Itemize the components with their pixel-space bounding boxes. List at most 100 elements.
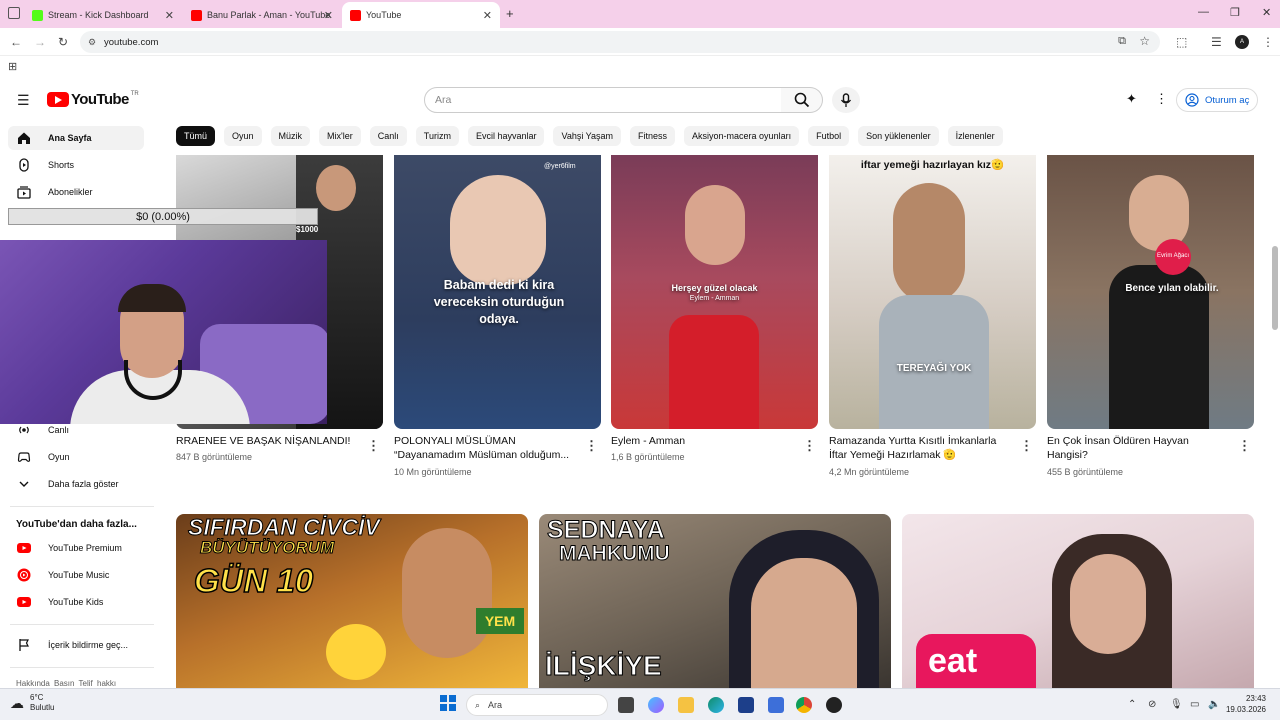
video-thumbnail[interactable]: SEDNAYA MAHKUMU İLİŞKİYE [539, 514, 891, 688]
sidebar-item-show-more[interactable]: Daha fazla göster [8, 472, 144, 496]
search-input[interactable]: Ara [424, 87, 782, 113]
store-icon[interactable] [738, 697, 754, 713]
reload-icon[interactable]: ↻ [58, 35, 68, 49]
sidebar-item-label: İçerik bildirme geç... [48, 640, 129, 650]
video-thumbnail[interactable]: SIFIRDAN CİVCİV BÜYÜTÜYORUM GÜN 10 YEM [176, 514, 528, 688]
chip-wildlife[interactable]: Vahşi Yaşam [553, 126, 622, 146]
video-title[interactable]: RRAENEE VE BAŞAK NİŞANLANDI! [176, 434, 356, 448]
video-title[interactable]: En Çok İnsan Öldüren Hayvan Hangisi? [1047, 434, 1227, 462]
tab-kick-dashboard[interactable]: Stream - Kick Dashboard ✕ [24, 2, 182, 28]
scrollbar-thumb[interactable] [1272, 246, 1278, 330]
chip-all[interactable]: Tümü [176, 126, 216, 146]
chip-live[interactable]: Canlı [369, 126, 407, 146]
network-off-icon[interactable]: ⊘ [1148, 699, 1156, 710]
chip-pets[interactable]: Evcil hayvanlar [467, 126, 545, 146]
extensions-icon[interactable]: ⬚ [1176, 35, 1187, 49]
address-bar[interactable]: ⚙ youtube.com ⧉ ☆ [80, 31, 1160, 53]
apps-grid-icon[interactable]: ⊞ [8, 60, 17, 73]
sidebar-item-shorts[interactable]: Shorts [8, 153, 144, 177]
microphone-icon[interactable]: 🎙 [1170, 699, 1183, 710]
chip-music[interactable]: Müzik [270, 126, 311, 146]
thumbnail-face [1070, 554, 1146, 654]
video-options-kebab-icon[interactable]: ⋮ [803, 438, 816, 454]
sidebar-item-home[interactable]: Ana Sayfa [8, 126, 144, 150]
chip-football[interactable]: Futbol [808, 126, 850, 146]
video-options-kebab-icon[interactable]: ⋮ [367, 438, 380, 454]
hamburger-menu-icon[interactable]: ☰ [17, 92, 30, 109]
chip-mixes[interactable]: Mix'ler [319, 126, 361, 146]
reading-list-icon[interactable]: ☰ [1211, 35, 1222, 49]
chip-action-adventure[interactable]: Aksiyon-macera oyunları [684, 126, 800, 146]
window-close-icon[interactable]: ✕ [1262, 6, 1271, 19]
windows-taskbar: ☁ 6°C Bulutlu ⌕ Ara ⌃ ⊘ 🎙 ▭ 🔈 23:43 19.0… [0, 688, 1280, 720]
thumbnail-caption: Herşey güzel olacak [671, 283, 758, 293]
video-options-kebab-icon[interactable]: ⋮ [1020, 438, 1033, 454]
chip-watched[interactable]: İzlenenler [947, 126, 1003, 146]
tab-search-icon[interactable] [8, 7, 20, 19]
youtube-logo[interactable]: YouTube TR [47, 91, 139, 108]
file-explorer-icon[interactable] [678, 697, 694, 713]
chrome-icon[interactable] [796, 697, 812, 713]
video-title[interactable]: POLONYALI MÜSLÜMAN “Dayanamadım Müslüman… [394, 434, 576, 462]
back-arrow-icon[interactable]: ← [10, 35, 22, 49]
video-options-kebab-icon[interactable]: ⋮ [585, 438, 598, 454]
obs-icon[interactable] [826, 697, 842, 713]
yem-sign: YEM [476, 608, 524, 634]
video-thumbnail[interactable]: iftar yemeği hazırlayan kız🫡 TEREYAĞI YO… [829, 155, 1036, 429]
volume-icon[interactable]: 🔈 [1208, 699, 1220, 710]
forward-arrow-icon[interactable]: → [34, 35, 46, 49]
wifi-icon[interactable]: ▭ [1190, 699, 1199, 710]
sidebar-item-gaming[interactable]: Oyun [8, 445, 144, 469]
task-view-icon[interactable] [618, 697, 634, 713]
footer-links[interactable]: Hakkında Basın Telif hakkı [16, 679, 116, 688]
close-icon[interactable]: ✕ [324, 9, 333, 22]
chip-tourism[interactable]: Turizm [415, 126, 459, 146]
tab-youtube[interactable]: YouTube ✕ [342, 2, 500, 28]
video-thumbnail[interactable]: eat [902, 514, 1254, 688]
copilot-icon[interactable] [648, 697, 664, 713]
settings-kebab-icon[interactable]: ⋮ [1155, 91, 1168, 107]
close-icon[interactable]: ✕ [483, 9, 492, 22]
sidebar-item-youtube-kids[interactable]: YouTube Kids [8, 590, 144, 614]
install-app-icon[interactable]: ⧉ [1118, 35, 1126, 48]
sidebar-item-youtube-music[interactable]: YouTube Music [8, 563, 144, 587]
close-icon[interactable]: ✕ [165, 9, 174, 22]
tab-banu-parlak[interactable]: Banu Parlak - Aman - YouTube ✕ [183, 2, 341, 28]
mail-icon[interactable] [768, 697, 784, 713]
browser-menu-icon[interactable]: ⋮ [1262, 35, 1274, 49]
video-title[interactable]: Ramazanda Yurtta Kısıtlı İmkanlarla İfta… [829, 434, 1009, 462]
search-button[interactable] [781, 87, 823, 113]
video-thumbnail[interactable]: Herşey güzel olacak Eylem - Amman [611, 155, 818, 429]
video-thumbnail[interactable]: Evrim Ağacı Bence yılan olabilir. [1047, 155, 1254, 429]
chip-recent[interactable]: Son yüklenenler [858, 126, 939, 146]
tray-chevron-up-icon[interactable]: ⌃ [1128, 699, 1136, 710]
site-info-icon[interactable]: ⚙ [88, 37, 96, 48]
video-thumbnail[interactable]: @yer6film Babam dedi ki kira vereceksin … [394, 155, 601, 429]
chip-fitness[interactable]: Fitness [630, 126, 676, 146]
weather-widget[interactable]: ☁ 6°C Bulutlu [10, 693, 54, 713]
video-options-kebab-icon[interactable]: ⋮ [1238, 438, 1251, 454]
sign-in-button[interactable]: Oturum aç [1176, 88, 1258, 112]
page-scrollbar[interactable] [1270, 120, 1280, 688]
thumbnail-face [450, 175, 546, 285]
thumbnail-dress [669, 315, 759, 429]
taskbar-clock[interactable]: 23:43 19.03.2026 [1226, 693, 1266, 715]
sidebar-item-subscriptions[interactable]: Abonelikler [8, 180, 144, 204]
windows-start-icon[interactable] [440, 695, 456, 711]
youtube-premium-icon [16, 540, 32, 556]
sidebar-item-youtube-premium[interactable]: YouTube Premium [8, 536, 144, 560]
thumbnail-headline: BÜYÜTÜYORUM [200, 538, 335, 558]
restore-icon[interactable]: ❐ [1230, 6, 1240, 19]
edge-icon[interactable] [708, 697, 724, 713]
account-circle-icon [1185, 93, 1199, 107]
video-title[interactable]: Eylem - Amman [611, 434, 791, 448]
minimize-icon[interactable]: — [1198, 6, 1209, 18]
sidebar-item-report-history[interactable]: İçerik bildirme geç... [8, 633, 144, 657]
chip-gaming[interactable]: Oyun [224, 126, 262, 146]
voice-search-button[interactable] [832, 87, 860, 113]
bookmark-star-icon[interactable]: ☆ [1139, 34, 1150, 48]
new-tab-plus-icon[interactable]: + [506, 6, 514, 21]
extension-puzzle-icon[interactable]: ✦ [1126, 91, 1137, 107]
profile-avatar[interactable]: A [1235, 35, 1249, 49]
taskbar-search[interactable]: ⌕ Ara [466, 694, 608, 716]
